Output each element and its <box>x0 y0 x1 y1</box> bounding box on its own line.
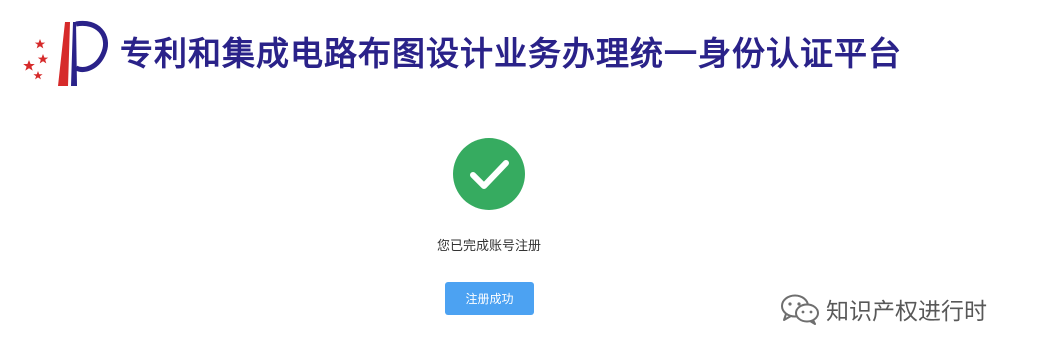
page: 专利和集成电路布图设计业务办理统一身份认证平台 您已完成账号注册 注册成功 知识… <box>0 0 1042 355</box>
wechat-icon <box>781 294 819 325</box>
cnipa-logo-icon <box>23 20 108 86</box>
register-success-button[interactable]: 注册成功 <box>445 282 534 315</box>
success-message: 您已完成账号注册 <box>436 239 541 254</box>
watermark-text: 知识产权进行时 <box>826 299 987 325</box>
page-title: 专利和集成电路布图设计业务办理统一身份认证平台 <box>120 33 902 73</box>
watermark: 知识产权进行时 <box>780 292 987 326</box>
header: 专利和集成电路布图设计业务办理统一身份认证平台 <box>18 16 902 90</box>
checkmark-circle-icon <box>453 138 525 210</box>
